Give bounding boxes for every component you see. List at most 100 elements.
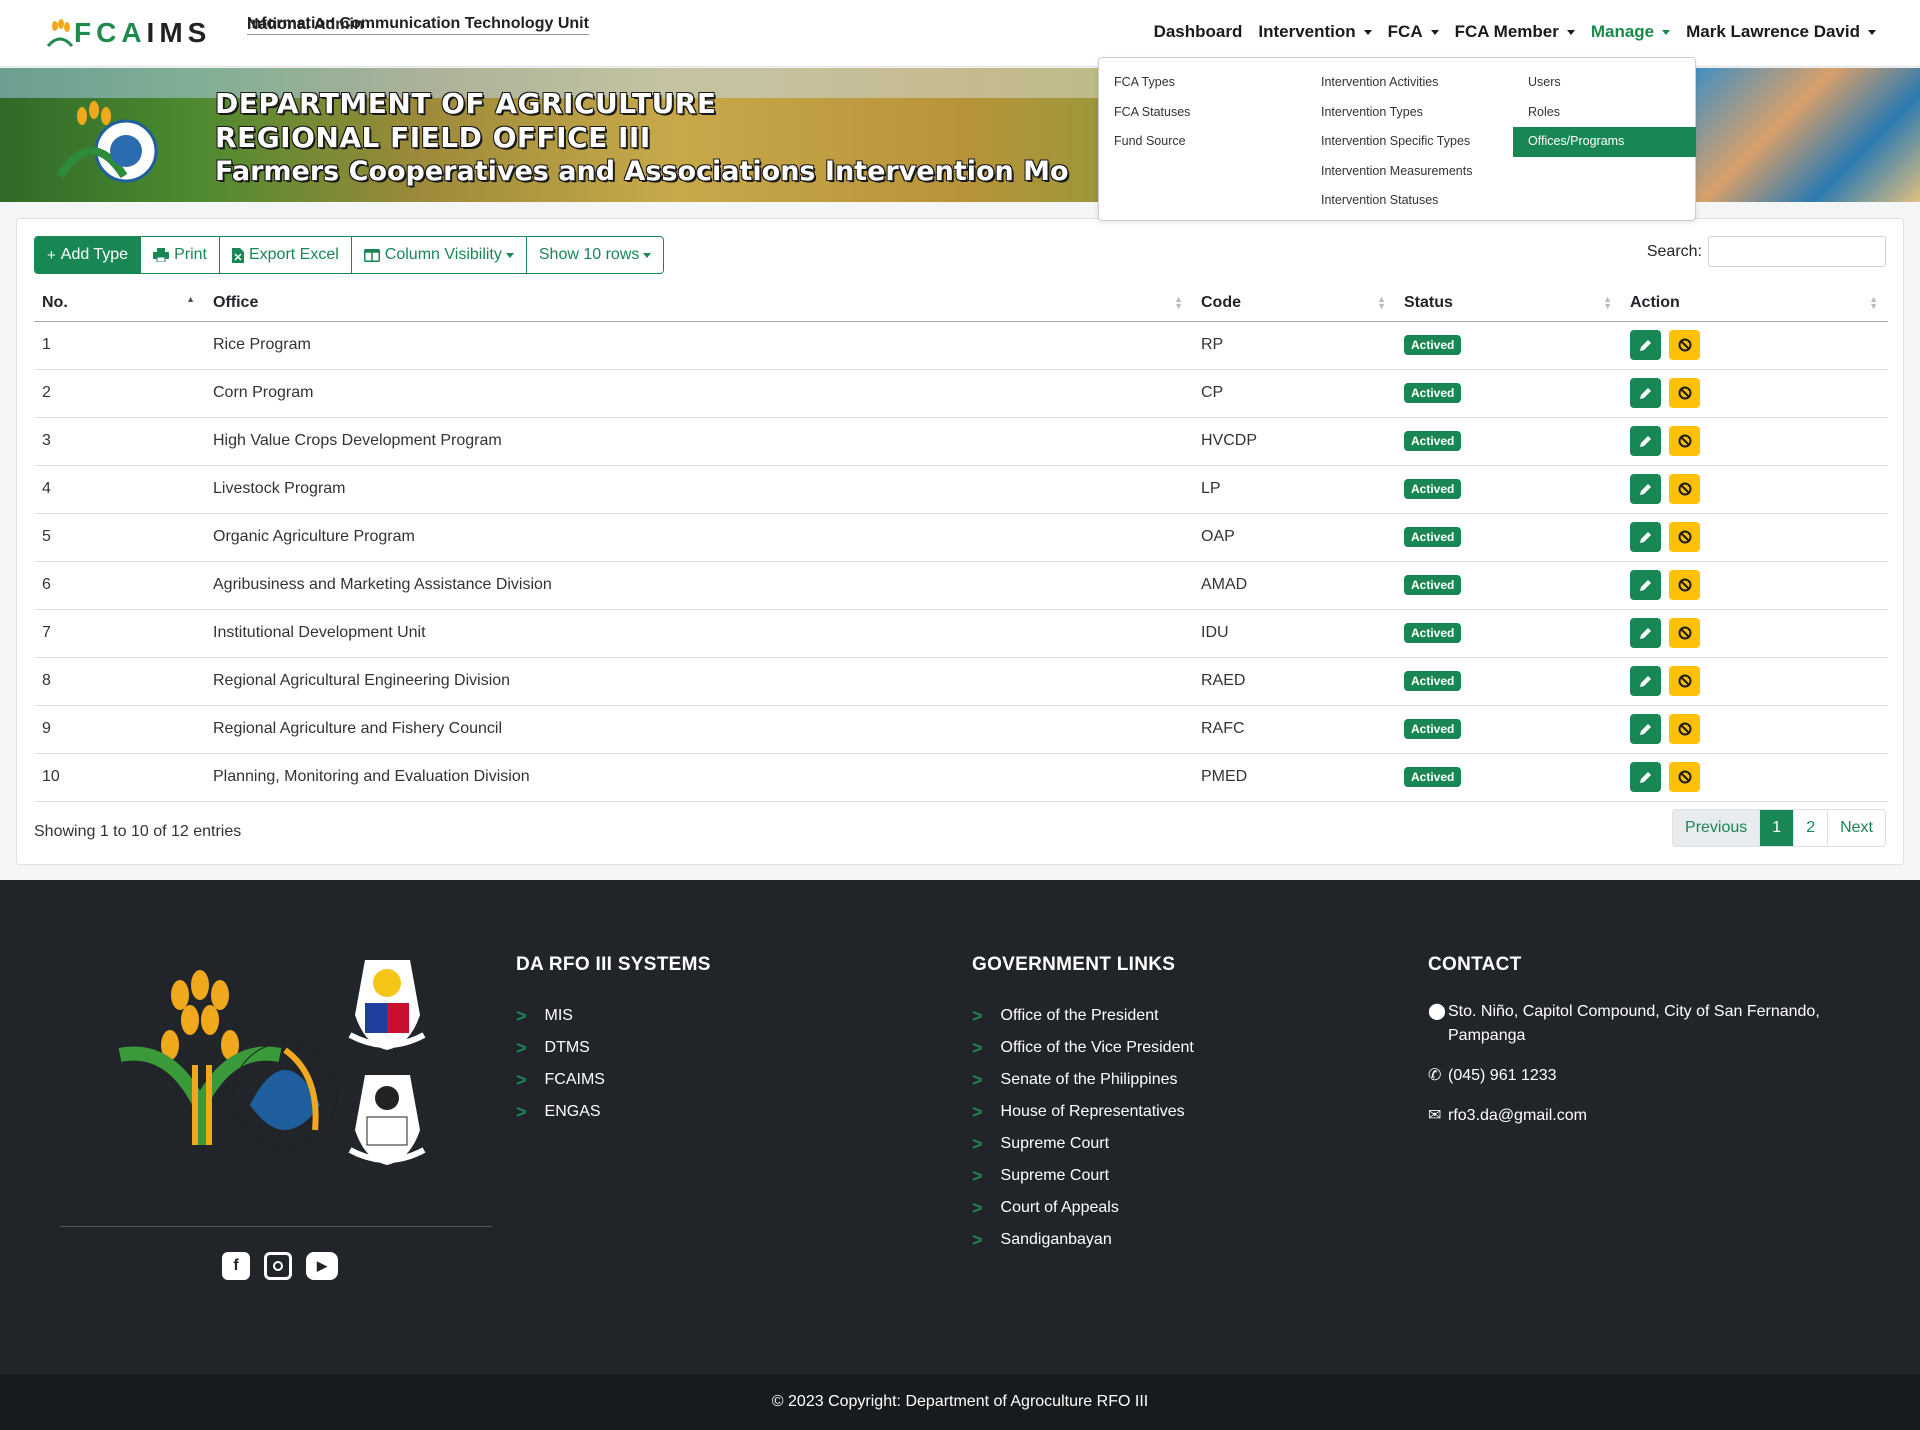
pencil-icon xyxy=(1640,531,1651,543)
column-visibility-button[interactable]: Column Visibility xyxy=(351,237,527,273)
dropdown-column: FCA Types FCA Statuses Fund Source xyxy=(1099,68,1305,157)
export-excel-button[interactable]: Export Excel xyxy=(219,237,352,273)
edit-button[interactable] xyxy=(1630,330,1661,360)
link-house-of-representatives[interactable]: > House of Representatives xyxy=(972,1096,1194,1128)
edit-button[interactable] xyxy=(1630,714,1661,744)
edit-button[interactable] xyxy=(1630,474,1661,504)
edit-button[interactable] xyxy=(1630,378,1661,408)
link-supreme-court[interactable]: > Supreme Court xyxy=(972,1160,1194,1192)
link-dtms[interactable]: > DTMS xyxy=(516,1032,711,1064)
contact-email[interactable]: ✉ rfo3.da@gmail.com xyxy=(1428,1104,1828,1128)
search-input[interactable] xyxy=(1708,236,1886,267)
print-button[interactable]: Print xyxy=(141,237,220,273)
nav-fca-member[interactable]: FCA Member xyxy=(1447,22,1583,42)
link-sandiganbayan[interactable]: > Sandiganbayan xyxy=(972,1224,1194,1256)
link-fcaims[interactable]: > FCAIMS xyxy=(516,1064,711,1096)
deactivate-button[interactable] xyxy=(1669,618,1700,648)
menu-item-roles[interactable]: Roles xyxy=(1513,98,1696,128)
table-row: 2 Corn Program CP Actived xyxy=(34,369,1888,418)
cell-office: Corn Program xyxy=(205,369,1193,418)
caret-down-icon xyxy=(505,252,514,258)
link-senate[interactable]: > Senate of the Philippines xyxy=(972,1064,1194,1096)
page-2-button[interactable]: 2 xyxy=(1794,810,1829,846)
column-header-no[interactable]: No. ▲ xyxy=(34,285,205,322)
link-office-of-the-president[interactable]: > Office of the President xyxy=(972,1000,1194,1032)
chevron-right-icon: > xyxy=(972,1037,983,1058)
youtube-icon[interactable]: ▶ xyxy=(306,1252,338,1280)
cell-action xyxy=(1622,465,1888,514)
deactivate-button[interactable] xyxy=(1669,570,1700,600)
nav-user-menu[interactable]: Mark Lawrence David xyxy=(1678,22,1884,42)
chevron-right-icon: > xyxy=(972,1101,983,1122)
table-header-row: No. ▲ Office ▲ ▼ Code ▲ ▼ Status ▲ ▼ Action ▲ ▼ xyxy=(34,285,1888,322)
nav-dashboard[interactable]: Dashboard xyxy=(1146,22,1251,42)
instagram-icon[interactable] xyxy=(264,1252,292,1280)
link-office-of-the-vice-president[interactable]: > Office of the Vice President xyxy=(972,1032,1194,1064)
status-badge: Actived xyxy=(1404,719,1462,739)
chevron-right-icon: > xyxy=(972,1197,983,1218)
column-header-status[interactable]: Status ▲ ▼ xyxy=(1396,285,1622,322)
menu-item-fca-types[interactable]: FCA Types xyxy=(1099,68,1305,98)
menu-item-intervention-types[interactable]: Intervention Types xyxy=(1306,98,1512,128)
menu-item-intervention-specific-types[interactable]: Intervention Specific Types xyxy=(1306,127,1512,157)
chevron-right-icon: > xyxy=(516,1101,527,1122)
deactivate-button[interactable] xyxy=(1669,666,1700,696)
edit-button[interactable] xyxy=(1630,762,1661,792)
table-row: 7 Institutional Development Unit IDU Active… xyxy=(34,609,1888,658)
table-row: 9 Regional Agriculture and Fishery Counci… xyxy=(34,705,1888,754)
menu-item-fca-statuses[interactable]: FCA Statuses xyxy=(1099,98,1305,128)
column-header-action[interactable]: Action ▲ ▼ xyxy=(1622,285,1888,322)
menu-item-intervention-measurements[interactable]: Intervention Measurements xyxy=(1306,157,1512,187)
deactivate-button[interactable] xyxy=(1669,330,1700,360)
cell-office: Institutional Development Unit xyxy=(205,609,1193,658)
menu-item-offices-programs[interactable]: Offices/Programs xyxy=(1513,127,1696,157)
nav-fca[interactable]: FCA xyxy=(1380,22,1447,42)
previous-page-button[interactable]: Previous xyxy=(1673,810,1761,846)
brand[interactable]: FCA IMS xyxy=(46,16,211,50)
edit-button[interactable] xyxy=(1630,426,1661,456)
contact-heading: CONTACT xyxy=(1428,954,1522,975)
nav-manage[interactable]: Manage xyxy=(1583,22,1678,42)
edit-button[interactable] xyxy=(1630,522,1661,552)
offices-card: + Add Type Print Export Excel Column Visi… xyxy=(16,218,1904,865)
menu-item-users[interactable]: Users xyxy=(1513,68,1696,98)
ban-icon xyxy=(1678,578,1691,592)
column-header-code[interactable]: Code ▲ ▼ xyxy=(1193,285,1396,322)
edit-button[interactable] xyxy=(1630,666,1661,696)
edit-button[interactable] xyxy=(1630,618,1661,648)
pencil-icon xyxy=(1640,483,1651,495)
deactivate-button[interactable] xyxy=(1669,378,1700,408)
cell-office: Agribusiness and Marketing Assistance Di… xyxy=(205,561,1193,610)
fcaims-logo[interactable]: FCA IMS xyxy=(46,16,211,50)
link-court-of-appeals[interactable]: > Court of Appeals xyxy=(972,1192,1194,1224)
next-page-button[interactable]: Next xyxy=(1828,810,1885,846)
deactivate-button[interactable] xyxy=(1669,522,1700,552)
table-toolbar: + Add Type Print Export Excel Column Visi… xyxy=(34,236,665,274)
footer-divider xyxy=(60,1226,492,1227)
footer: f ▶ DA RFO III SYSTEMS > MIS > DTMS > FCAIM… xyxy=(0,880,1920,1374)
menu-item-fund-source[interactable]: Fund Source xyxy=(1099,127,1305,157)
link-mis[interactable]: > MIS xyxy=(516,1000,711,1032)
edit-button[interactable] xyxy=(1630,570,1661,600)
show-rows-button[interactable]: Show 10 rows xyxy=(526,237,664,273)
facebook-icon[interactable]: f xyxy=(222,1252,250,1280)
nav-intervention[interactable]: Intervention xyxy=(1250,22,1379,42)
deactivate-button[interactable] xyxy=(1669,426,1700,456)
link-supreme-court[interactable]: > Supreme Court xyxy=(972,1128,1194,1160)
cell-office: Regional Agricultural Engineering Divisi… xyxy=(205,657,1193,706)
menu-item-intervention-statuses[interactable]: Intervention Statuses xyxy=(1306,186,1512,216)
cell-no: 2 xyxy=(34,369,205,418)
button-label: Export Excel xyxy=(248,246,339,263)
deactivate-button[interactable] xyxy=(1669,762,1700,792)
deactivate-button[interactable] xyxy=(1669,714,1700,744)
menu-item-intervention-activities[interactable]: Intervention Activities xyxy=(1306,68,1512,98)
add-type-button[interactable]: + Add Type xyxy=(35,237,142,273)
table-row: 6 Agribusiness and Marketing Assistance D… xyxy=(34,561,1888,610)
column-header-office[interactable]: Office ▲ ▼ xyxy=(205,285,1193,322)
link-engas[interactable]: > ENGAS xyxy=(516,1096,711,1128)
search-box: Search: xyxy=(1647,236,1886,267)
deactivate-button[interactable] xyxy=(1669,474,1700,504)
search-label: Search: xyxy=(1646,242,1702,260)
button-label: Show 10 rows xyxy=(538,246,640,263)
page-1-button[interactable]: 1 xyxy=(1760,810,1795,846)
